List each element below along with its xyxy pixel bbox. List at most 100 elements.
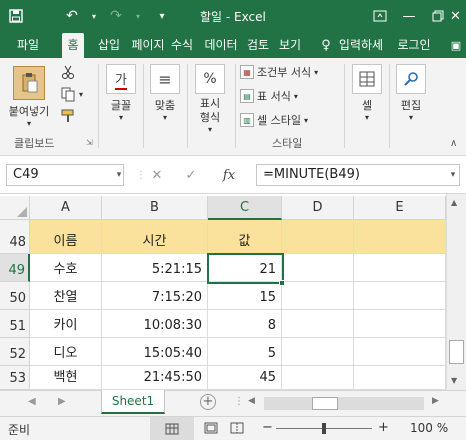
- editing-button[interactable]: 편집 ▾: [392, 64, 430, 122]
- tell-me-box[interactable]: 입력하세: [334, 33, 388, 58]
- tab-data[interactable]: 데이터: [202, 33, 240, 58]
- scroll-down-icon[interactable]: ▼: [451, 376, 457, 385]
- cell-d49[interactable]: [282, 254, 354, 282]
- sheet-tab-sheet1[interactable]: Sheet1: [101, 390, 165, 414]
- paste-dropdown-icon[interactable]: ▾: [6, 119, 52, 128]
- formula-input[interactable]: =MINUTE(B49): [256, 164, 460, 186]
- zoom-out-icon[interactable]: −: [262, 420, 273, 435]
- cell-c50[interactable]: 15: [208, 282, 282, 310]
- cell-a52[interactable]: 디오: [30, 338, 102, 366]
- tab-home[interactable]: 홈: [62, 33, 84, 58]
- undo-dropdown-icon[interactable]: ▾: [82, 5, 106, 27]
- cell-e49[interactable]: [354, 254, 446, 282]
- tab-review[interactable]: 검토: [243, 33, 273, 58]
- scroll-up-icon[interactable]: ▲: [451, 198, 457, 207]
- row-header-50[interactable]: 50: [0, 282, 30, 310]
- cell-c49[interactable]: 21: [208, 254, 282, 282]
- cell-e51[interactable]: [354, 310, 446, 338]
- format-painter-icon[interactable]: [60, 108, 76, 124]
- cell-d50[interactable]: [282, 282, 354, 310]
- cell-d53[interactable]: [282, 366, 354, 390]
- page-break-view-icon[interactable]: [230, 422, 244, 437]
- add-sheet-icon[interactable]: +: [200, 394, 216, 410]
- login-link[interactable]: 로그인: [392, 33, 436, 58]
- sheet-next-icon[interactable]: ▶: [58, 396, 66, 407]
- cell-c48[interactable]: 값: [208, 220, 282, 254]
- redo-icon[interactable]: ↷: [104, 5, 128, 27]
- cells-button[interactable]: 셀 ▾: [348, 64, 386, 122]
- cell-a53[interactable]: 백현: [30, 366, 102, 390]
- format-as-table-button[interactable]: ▤ 표 서식 ▾: [240, 88, 298, 104]
- cell-e52[interactable]: [354, 338, 446, 366]
- close-icon[interactable]: ✕: [445, 3, 466, 29]
- page-layout-view-icon[interactable]: [204, 422, 218, 437]
- cell-e50[interactable]: [354, 282, 446, 310]
- cell-b53[interactable]: 21:45:50: [102, 366, 208, 390]
- redo-dropdown-icon[interactable]: ▾: [126, 5, 150, 27]
- enter-icon[interactable]: ✓: [180, 164, 202, 186]
- clipboard-launcher-icon[interactable]: ⇲: [86, 138, 93, 147]
- cell-e53[interactable]: [354, 366, 446, 390]
- cell-a49[interactable]: 수호: [30, 254, 102, 282]
- customize-qat-icon[interactable]: ▾: [150, 5, 174, 27]
- zoom-slider[interactable]: [276, 423, 372, 434]
- normal-view-icon[interactable]: [150, 417, 194, 440]
- share-icon[interactable]: ▣: [446, 33, 466, 58]
- horizontal-scroll-thumb[interactable]: [312, 397, 338, 410]
- row-header-51[interactable]: 51: [0, 310, 30, 338]
- collapse-ribbon-icon[interactable]: ∧: [450, 138, 457, 149]
- select-all-corner[interactable]: [0, 196, 30, 220]
- vertical-scroll-thumb[interactable]: [449, 340, 464, 364]
- cell-b51[interactable]: 10:08:30: [102, 310, 208, 338]
- cell-a48[interactable]: 이름: [30, 220, 102, 254]
- tab-page-layout[interactable]: 페이지: [130, 33, 166, 58]
- row-header-48[interactable]: 48: [0, 220, 30, 254]
- column-header-d[interactable]: D: [282, 196, 354, 220]
- name-box[interactable]: C49: [6, 164, 124, 186]
- cell-c52[interactable]: 5: [208, 338, 282, 366]
- row-header-53[interactable]: 53: [0, 366, 30, 390]
- minimize-icon[interactable]: —: [395, 3, 423, 29]
- cell-e48[interactable]: [354, 220, 446, 254]
- column-header-b[interactable]: B: [102, 196, 208, 220]
- zoom-in-icon[interactable]: +: [378, 420, 389, 435]
- ribbon-display-icon[interactable]: [366, 3, 394, 29]
- alignment-button[interactable]: ≡ 맞춤 ▾: [146, 64, 184, 122]
- font-button[interactable]: 가 글꼴 ▾: [102, 64, 140, 122]
- cell-styles-button[interactable]: ▥ 셀 스타일 ▾: [240, 112, 308, 128]
- zoom-level[interactable]: 100 %: [410, 421, 448, 435]
- cell-b52[interactable]: 15:05:40: [102, 338, 208, 366]
- cut-icon[interactable]: [60, 64, 76, 80]
- cell-c53[interactable]: 45: [208, 366, 282, 390]
- number-format-button[interactable]: % 표시 형식 ▾: [188, 64, 232, 134]
- tab-insert[interactable]: 삽입: [94, 33, 124, 58]
- cell-a51[interactable]: 카이: [30, 310, 102, 338]
- scroll-right-icon[interactable]: ▶: [432, 396, 439, 406]
- save-icon[interactable]: [4, 5, 28, 27]
- column-header-e[interactable]: E: [354, 196, 446, 220]
- zoom-slider-thumb[interactable]: [322, 423, 326, 434]
- cancel-icon[interactable]: ✕: [146, 164, 168, 186]
- cell-b48[interactable]: 시간: [102, 220, 208, 254]
- scroll-left-icon[interactable]: ◀: [248, 396, 255, 406]
- cell-b50[interactable]: 7:15:20: [102, 282, 208, 310]
- row-header-49[interactable]: 49: [0, 254, 30, 282]
- cell-d48[interactable]: [282, 220, 354, 254]
- tab-view[interactable]: 보기: [275, 33, 305, 58]
- cell-b49[interactable]: 5:21:15: [102, 254, 208, 282]
- sheet-prev-icon[interactable]: ◀: [28, 396, 36, 407]
- row-header-52[interactable]: 52: [0, 338, 30, 366]
- tab-file[interactable]: 파일: [8, 33, 48, 58]
- name-box-dropdown-icon[interactable]: ▾: [108, 164, 130, 186]
- column-header-a[interactable]: A: [30, 196, 102, 220]
- conditional-formatting-button[interactable]: ▦ 조건부 서식 ▾: [240, 64, 318, 80]
- expand-formula-bar-icon[interactable]: ▾: [442, 164, 464, 186]
- lightbulb-icon[interactable]: ♀: [316, 33, 336, 58]
- copy-icon[interactable]: ▾: [60, 86, 83, 102]
- vertical-scrollbar[interactable]: ▲ ▼: [446, 194, 466, 390]
- sheet-tab-splitter-icon[interactable]: ⋮: [234, 396, 244, 407]
- insert-function-icon[interactable]: fx: [218, 164, 240, 186]
- paste-button[interactable]: 붙여넣기 ▾: [6, 66, 52, 128]
- column-header-c[interactable]: C: [208, 196, 282, 220]
- cell-d52[interactable]: [282, 338, 354, 366]
